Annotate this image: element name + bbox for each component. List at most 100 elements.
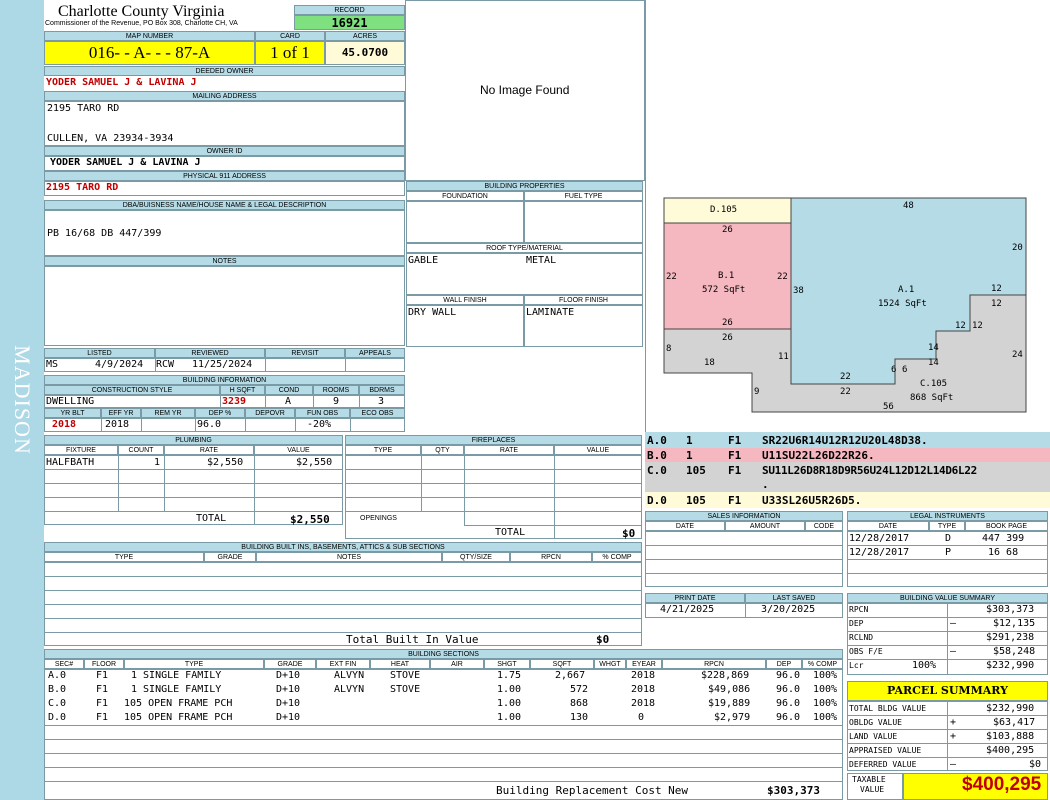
dim-8: 8: [666, 344, 671, 354]
sketch-label-c: C.105: [920, 379, 947, 389]
dim-9: 9: [754, 387, 759, 397]
parcel-land-label: LAND VALUE: [849, 732, 898, 741]
sec-h-sec: SEC#: [44, 659, 84, 669]
plumb-value: $2,550: [296, 457, 333, 468]
sec-row-dep: 96.0: [776, 698, 801, 709]
image-placeholder: No Image Found: [480, 83, 570, 97]
ecoobs-label: ECO OBS: [350, 408, 405, 418]
parcel-land-value: $103,888: [986, 731, 1035, 742]
sec-row-eyear: 2018: [631, 698, 656, 709]
appeals-label: APPEALS: [345, 348, 405, 358]
parcel-land-sign: +: [950, 731, 957, 742]
acres-value: 45.0700: [325, 41, 405, 65]
plumb-rate-label: RATE: [164, 445, 254, 455]
sec-row-grade: D+10: [276, 712, 301, 723]
deeded-owner: YODER SAMUEL J & LAVINA J: [46, 77, 197, 88]
vector-c-v2: .: [762, 478, 769, 491]
sec-row-floor: F1: [96, 684, 109, 695]
vs-lcr-value: $232,990: [986, 660, 1035, 671]
sec-row-heat: STOVE: [390, 684, 421, 695]
sec-row-grade: D+10: [276, 684, 301, 695]
floor-label: FLOOR FINISH: [524, 295, 643, 305]
map-label: MAP NUMBER: [44, 31, 255, 41]
vector-d-v: U33SL26U5R26D5.: [762, 494, 862, 507]
builtins-notes-label: NOTES: [256, 552, 442, 562]
sec-row-rpcn: $19,889: [708, 698, 751, 709]
builtins-comp-label: % COMP: [592, 552, 642, 562]
sec-row-type: 1 SINGLE FAMILY: [131, 684, 222, 695]
sec-row-eyear: 2018: [631, 684, 656, 695]
legal-row1-type: D: [945, 533, 952, 544]
sec-row-grade: D+10: [276, 670, 301, 681]
sec-row-shgt: 1.00: [497, 712, 522, 723]
taxable-label-1: TAXABLE: [852, 775, 886, 784]
mailing-line1: 2195 TARO RD: [47, 103, 120, 114]
builtins-label: BUILDING BUILT INS, BASEMENTS, ATTICS & …: [44, 542, 642, 552]
sec-row-dep: 96.0: [776, 712, 801, 723]
plumb-total-label: TOTAL: [196, 513, 227, 524]
sec-row-sqft: 130: [570, 712, 589, 723]
deeded-label: DEEDED OWNER: [44, 66, 405, 76]
const-style-label: CONSTRUCTION STYLE: [44, 385, 220, 395]
revisit-label: REVISIT: [265, 348, 345, 358]
vs-rpcn-label: RPCN: [849, 605, 869, 614]
roof-label: ROOF TYPE/MATERIAL: [406, 243, 643, 253]
plumb-total: $2,550: [290, 513, 330, 526]
print-date-label: PRINT DATE: [645, 593, 745, 603]
sec-row-shgt: 1.00: [497, 684, 522, 695]
vs-obs-sign: –: [950, 646, 957, 657]
fire-qty-label: QTY: [421, 445, 464, 455]
vs-obs-value: $58,248: [993, 646, 1036, 657]
vs-obs-label: OBS F/E: [849, 647, 883, 656]
fire-value-label: VALUE: [554, 445, 642, 455]
legal-label: LEGAL INSTRUMENTS: [847, 511, 1048, 521]
fireplaces-label: FIREPLACES: [345, 435, 642, 445]
sec-row-floor: F1: [96, 698, 109, 709]
vs-dep-value: $12,135: [993, 618, 1036, 629]
print-date: 4/21/2025: [660, 604, 715, 615]
sec-h-type: TYPE: [124, 659, 264, 669]
dim-26a: 26: [722, 225, 733, 235]
sec-h-dep: DEP: [766, 659, 802, 669]
value-summary-label: BUILDING VALUE SUMMARY: [847, 593, 1048, 603]
owner-id-label: OWNER ID: [44, 146, 405, 156]
sales-amount-label: AMOUNT: [725, 521, 805, 531]
legal-date-label: DATE: [847, 521, 929, 531]
sidebar-label: MADISON: [10, 345, 35, 455]
reviewed-label: REVIEWED: [155, 348, 265, 358]
sections-total: $303,373: [767, 784, 820, 797]
county-subtitle: Commissioner of the Revenue, PO Box 308,…: [45, 20, 238, 27]
notes-label: NOTES: [44, 256, 405, 266]
funobs-value: -20%: [307, 419, 332, 430]
builtins-total-label: Total Built In Value: [346, 633, 479, 646]
sec-row-dep: 96.0: [776, 670, 801, 681]
dba-value: PB 16/68 DB 447/399: [47, 228, 162, 239]
roof-type: GABLE: [408, 255, 439, 266]
sales-code-label: CODE: [805, 521, 843, 531]
sec-row-grade: D+10: [276, 698, 301, 709]
legal-book-label: BOOK PAGE: [965, 521, 1048, 531]
dim-20: 20: [1012, 243, 1023, 253]
dim-26c: 26: [722, 333, 733, 343]
dim-48: 48: [903, 201, 914, 211]
dim-14b: 14: [928, 358, 939, 368]
sec-row-heat: STOVE: [390, 670, 421, 681]
vector-a-f: F1: [728, 434, 742, 447]
plumb-fixture: HALFBATH: [46, 457, 95, 468]
vector-c-code: C.0: [647, 464, 667, 477]
dim-12d: 12: [972, 321, 983, 331]
fuel-box: [524, 201, 643, 243]
sec-row-shgt: 1.75: [497, 670, 522, 681]
builtins-qty-label: QTY/SIZE: [442, 552, 510, 562]
county-title: Charlotte County Virginia: [58, 3, 225, 20]
dim-38: 38: [793, 286, 804, 296]
builtins-total: $0: [596, 633, 610, 646]
fire-rate-label: RATE: [464, 445, 554, 455]
sec-row-type: 105 OPEN FRAME PCH: [124, 698, 233, 709]
plumb-count-label: COUNT: [118, 445, 164, 455]
sec-row-sec: A.0: [48, 670, 67, 681]
reviewed-code: RCW: [156, 359, 175, 370]
sec-row-sqft: 868: [570, 698, 589, 709]
physical-address: 2195 TARO RD: [46, 182, 119, 193]
dim-22d: 22: [777, 272, 788, 282]
